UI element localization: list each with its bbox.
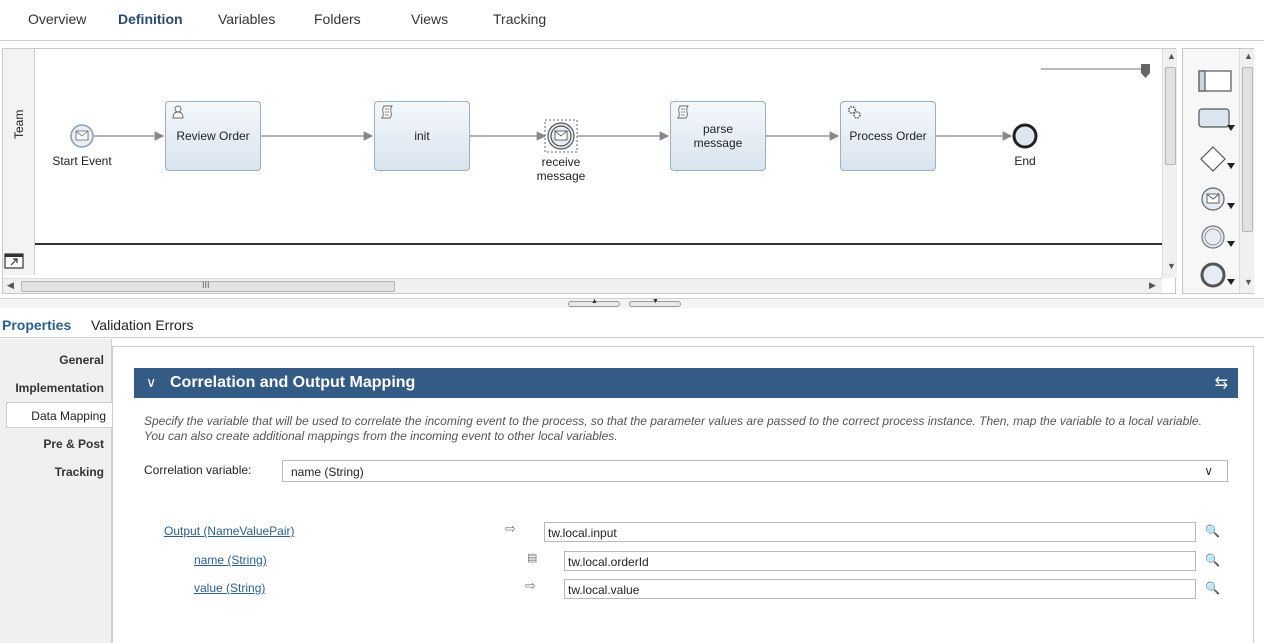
script-task-icon bbox=[381, 105, 393, 119]
message-event-tool-icon[interactable] bbox=[1197, 183, 1241, 217]
canvas-vertical-scrollbar[interactable]: ▲ ▼ bbox=[1162, 49, 1177, 278]
description-line: Specify the variable that will be used t… bbox=[144, 414, 1202, 428]
user-task-icon bbox=[172, 105, 184, 119]
task-label: parse message bbox=[694, 122, 743, 150]
gateway-tool-icon[interactable] bbox=[1197, 143, 1241, 177]
mapping-link-value[interactable]: value (String) bbox=[194, 581, 265, 595]
variable-picker-icon[interactable]: 🔍 bbox=[1205, 581, 1220, 595]
scroll-left-arrow[interactable]: ◀ bbox=[7, 280, 14, 291]
lane-add-area bbox=[3, 245, 35, 275]
scroll-up-arrow[interactable]: ▲ bbox=[1167, 51, 1176, 61]
task-label: Review Order bbox=[176, 129, 250, 143]
end-event[interactable] bbox=[1012, 123, 1038, 149]
scroll-thumb[interactable]: III bbox=[21, 280, 395, 292]
chevron-down-icon[interactable]: ∨ bbox=[146, 374, 156, 391]
properties-tab-bar: Properties Validation Errors bbox=[0, 310, 1264, 338]
tab-definition[interactable]: Definition bbox=[118, 11, 183, 27]
variable-picker-icon[interactable]: 🔍 bbox=[1205, 553, 1220, 567]
receive-message-label: receive message bbox=[527, 155, 595, 183]
section-description: Specify the variable that will be used t… bbox=[144, 414, 1244, 444]
start-event[interactable] bbox=[70, 124, 94, 148]
service-task-gear-icon bbox=[847, 105, 861, 119]
correlation-variable-select[interactable]: name (String) ∨ bbox=[282, 460, 1228, 482]
scroll-down-arrow[interactable]: ▼ bbox=[1244, 277, 1253, 287]
nav-implementation[interactable]: Implementation bbox=[6, 375, 110, 401]
label-line: receive bbox=[541, 155, 581, 169]
arrow-right-icon: ⇨ bbox=[505, 521, 516, 536]
receive-message-event[interactable] bbox=[544, 119, 578, 153]
zoom-slider[interactable] bbox=[1041, 64, 1150, 78]
correlation-variable-label: Correlation variable: bbox=[144, 463, 252, 477]
variable-picker-icon[interactable]: 🔍 bbox=[1205, 524, 1220, 538]
scroll-down-arrow[interactable]: ▼ bbox=[1167, 261, 1176, 271]
mapping-input-name[interactable]: tw.local.orderId bbox=[564, 551, 1196, 571]
tab-properties[interactable]: Properties bbox=[2, 317, 71, 333]
task-label: init bbox=[414, 129, 430, 143]
down-arrow-icon: ▼ bbox=[652, 298, 659, 305]
scroll-thumb[interactable] bbox=[1242, 67, 1253, 232]
label-line: parse bbox=[702, 122, 733, 136]
task-review-order[interactable]: Review Order bbox=[165, 101, 261, 171]
top-tab-bar: Overview Definition Variables Folders Vi… bbox=[0, 0, 1264, 41]
tab-overview[interactable]: Overview bbox=[28, 11, 86, 27]
selected-value: name (String) bbox=[291, 465, 364, 479]
tab-views[interactable]: Views bbox=[411, 11, 448, 27]
canvas-horizontal-scrollbar[interactable]: ◀ III ▶ bbox=[3, 278, 1162, 293]
process-diagram-canvas[interactable]: Team Start Event Review Order init recei… bbox=[2, 48, 1177, 294]
element-palette: ▲ ▼ bbox=[1182, 48, 1254, 294]
tab-folders[interactable]: Folders bbox=[314, 11, 361, 27]
task-init[interactable]: init bbox=[374, 101, 470, 171]
nav-pre-post[interactable]: Pre & Post bbox=[6, 431, 110, 457]
section-header[interactable]: ∨ Correlation and Output Mapping ⇆ bbox=[134, 368, 1238, 398]
scroll-thumb[interactable] bbox=[1165, 67, 1176, 165]
collapse-up-button[interactable]: ▲ bbox=[568, 298, 620, 307]
end-event-label: End bbox=[1014, 154, 1036, 168]
nav-tracking[interactable]: Tracking bbox=[6, 459, 110, 485]
lane-divider bbox=[35, 243, 1162, 245]
arrow-right-icon: ⇨ bbox=[525, 578, 536, 593]
chevron-down-icon: ∨ bbox=[1204, 464, 1213, 478]
palette-scrollbar[interactable]: ▲ ▼ bbox=[1239, 49, 1254, 293]
tab-tracking[interactable]: Tracking bbox=[493, 11, 546, 27]
label-line: message bbox=[536, 169, 586, 183]
mapping-input-value[interactable]: tw.local.value bbox=[564, 579, 1196, 599]
scroll-grip: III bbox=[202, 280, 210, 290]
label-line: message bbox=[693, 136, 743, 150]
data-mapping-panel: ∨ Correlation and Output Mapping ⇆ Speci… bbox=[112, 346, 1254, 643]
mapping-link-output[interactable]: Output (NameValuePair) bbox=[164, 524, 295, 538]
swap-arrows-icon[interactable]: ⇆ bbox=[1215, 373, 1228, 393]
activity-tool-icon[interactable] bbox=[1197, 105, 1241, 139]
panel-splitter[interactable]: ▲ ▼ bbox=[0, 298, 1264, 308]
properties-nav: General Implementation Data Mapping Pre … bbox=[0, 339, 112, 643]
section-title: Correlation and Output Mapping bbox=[170, 374, 416, 391]
nav-data-mapping[interactable]: Data Mapping bbox=[6, 402, 112, 428]
start-event-label: Start Event bbox=[52, 154, 112, 168]
tab-variables[interactable]: Variables bbox=[218, 11, 275, 27]
end-event-tool-icon[interactable] bbox=[1197, 259, 1241, 293]
scroll-up-arrow[interactable]: ▲ bbox=[1244, 51, 1253, 61]
task-parse-message[interactable]: parse message bbox=[670, 101, 766, 171]
scroll-right-arrow[interactable]: ▶ bbox=[1149, 280, 1156, 291]
up-arrow-icon: ▲ bbox=[591, 298, 598, 305]
correlation-key-icon: ▤ bbox=[527, 552, 538, 564]
expand-lane-icon[interactable] bbox=[4, 253, 24, 269]
mapping-link-name[interactable]: name (String) bbox=[194, 553, 267, 567]
mapping-input-output[interactable]: tw.local.input bbox=[544, 522, 1196, 542]
collapse-down-button[interactable]: ▼ bbox=[629, 298, 681, 307]
nav-general[interactable]: General bbox=[6, 347, 110, 373]
intermediate-event-tool-icon[interactable] bbox=[1197, 221, 1241, 255]
tab-validation-errors[interactable]: Validation Errors bbox=[91, 317, 193, 333]
description-line: You can also create additional mappings … bbox=[144, 429, 618, 443]
task-process-order[interactable]: Process Order bbox=[840, 101, 936, 171]
task-label: Process Order bbox=[849, 129, 927, 143]
lane-tool-icon[interactable] bbox=[1197, 67, 1241, 101]
script-task-icon bbox=[677, 105, 689, 119]
